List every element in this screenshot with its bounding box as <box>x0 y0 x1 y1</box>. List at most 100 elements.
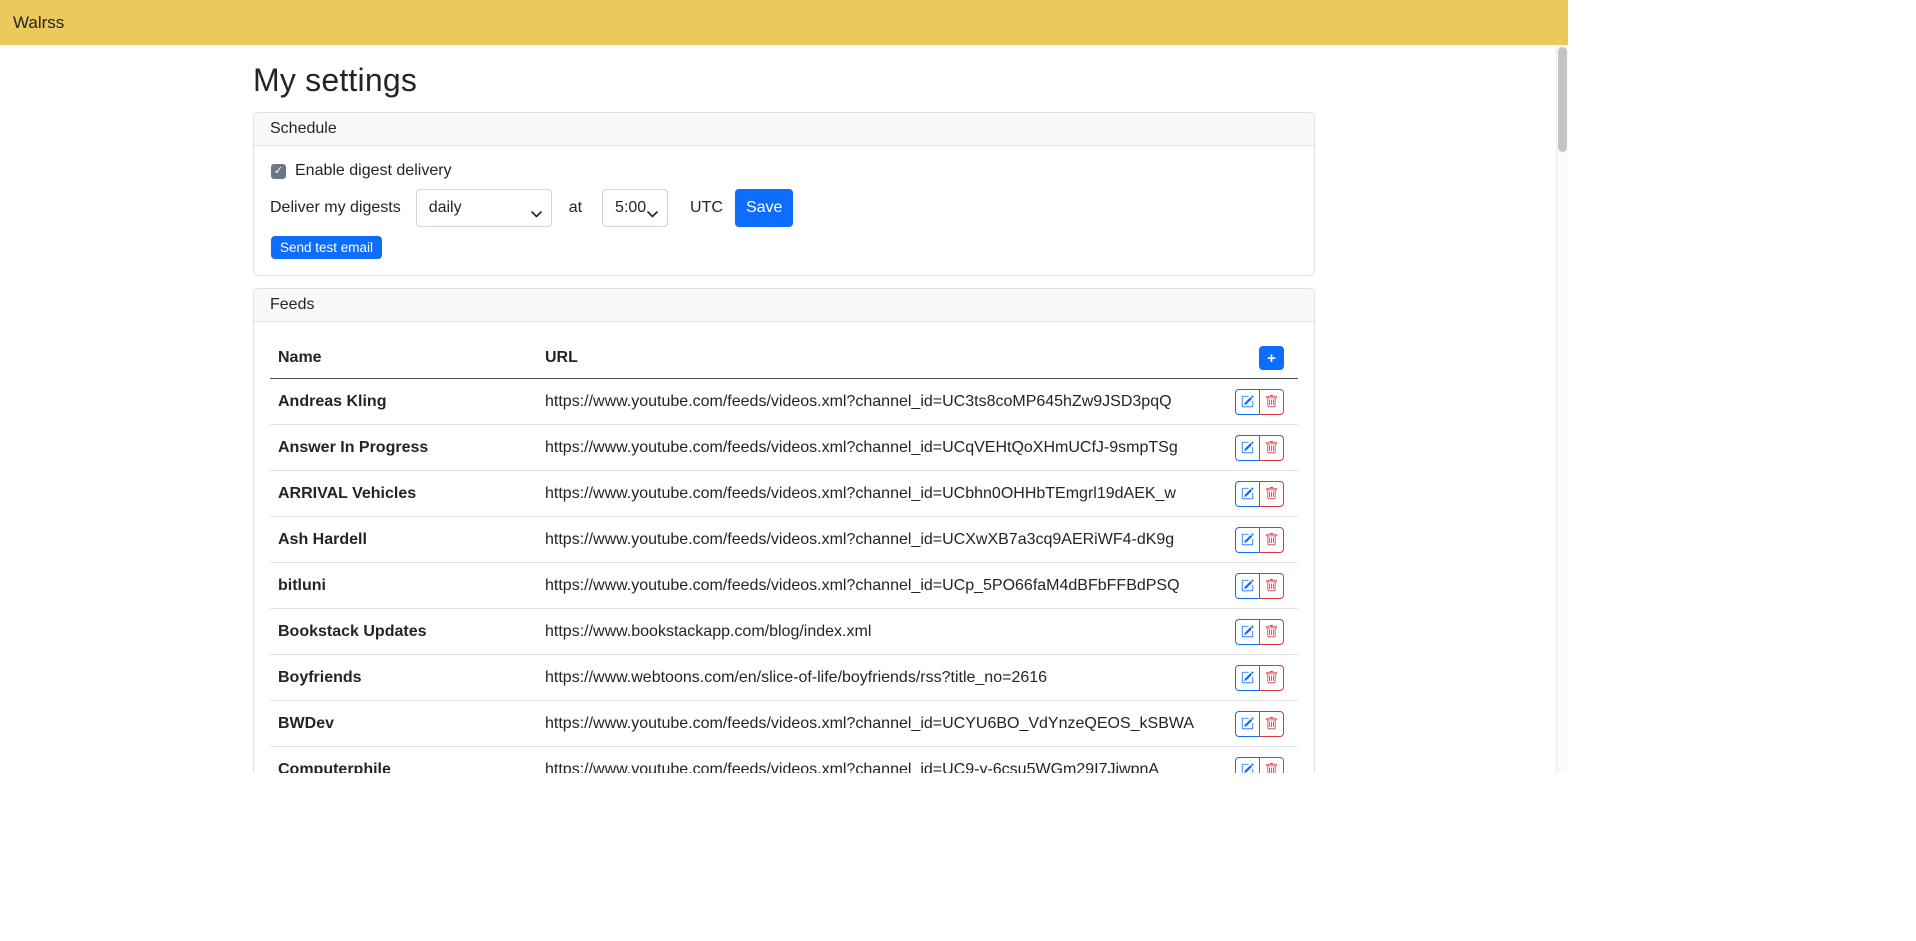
feed-url-cell: https://www.youtube.com/feeds/videos.xml… <box>537 425 1218 471</box>
pencil-square-icon <box>1241 441 1254 454</box>
name-column-header: Name <box>270 338 537 379</box>
trash-icon <box>1265 487 1278 500</box>
edit-feed-button[interactable] <box>1235 757 1260 774</box>
pencil-square-icon <box>1241 487 1254 500</box>
table-row: Computerphile https://www.youtube.com/fe… <box>270 747 1298 774</box>
feed-actions-cell <box>1218 379 1298 425</box>
pencil-square-icon <box>1241 671 1254 684</box>
pencil-square-icon <box>1241 763 1254 773</box>
feed-name-cell: Bookstack Updates <box>270 609 537 655</box>
feed-actions-group <box>1235 711 1284 737</box>
feed-name-cell: ARRIVAL Vehicles <box>270 471 537 517</box>
table-row: Boyfriends https://www.webtoons.com/en/s… <box>270 655 1298 701</box>
enable-digest-checkbox[interactable]: ✓ <box>271 164 286 179</box>
feed-name-cell: Computerphile <box>270 747 537 774</box>
send-test-email-button[interactable]: Send test email <box>271 236 382 259</box>
feed-actions-group <box>1235 757 1284 774</box>
edit-feed-button[interactable] <box>1235 573 1260 599</box>
feed-name-cell: Andreas Kling <box>270 379 537 425</box>
schedule-card-header: Schedule <box>254 113 1314 146</box>
table-row: BWDev https://www.youtube.com/feeds/vide… <box>270 701 1298 747</box>
scrollbar-thumb[interactable] <box>1558 47 1567 152</box>
main-container: My settings Schedule ✓ Enable digest del… <box>253 45 1315 773</box>
edit-feed-button[interactable] <box>1235 711 1260 737</box>
vertical-scrollbar[interactable] <box>1556 45 1568 773</box>
actions-column-header: + <box>1218 338 1298 379</box>
trash-icon <box>1265 763 1278 773</box>
save-button[interactable]: Save <box>735 189 793 227</box>
feed-actions-group <box>1235 573 1284 599</box>
delete-feed-button[interactable] <box>1259 619 1284 645</box>
trash-icon <box>1265 441 1278 454</box>
enable-digest-row: ✓ Enable digest delivery <box>271 162 1298 180</box>
schedule-card: Schedule ✓ Enable digest delivery Delive… <box>253 112 1315 276</box>
trash-icon <box>1265 533 1278 546</box>
feed-url-cell: https://www.youtube.com/feeds/videos.xml… <box>537 747 1218 774</box>
frequency-select[interactable]: daily <box>416 189 552 227</box>
delete-feed-button[interactable] <box>1259 665 1284 691</box>
pencil-square-icon <box>1241 579 1254 592</box>
delete-feed-button[interactable] <box>1259 757 1284 774</box>
edit-feed-button[interactable] <box>1235 389 1260 415</box>
feed-name-cell: Ash Hardell <box>270 517 537 563</box>
edit-feed-button[interactable] <box>1235 435 1260 461</box>
chevron-down-icon <box>647 205 658 223</box>
delete-feed-button[interactable] <box>1259 481 1284 507</box>
delete-feed-button[interactable] <box>1259 573 1284 599</box>
table-row: Ash Hardell https://www.youtube.com/feed… <box>270 517 1298 563</box>
feed-actions-group <box>1235 527 1284 553</box>
chevron-down-icon <box>531 205 542 223</box>
edit-feed-button[interactable] <box>1235 665 1260 691</box>
feed-actions-group <box>1235 665 1284 691</box>
pencil-square-icon <box>1241 533 1254 546</box>
trash-icon <box>1265 671 1278 684</box>
timezone-label: UTC <box>690 199 723 217</box>
table-row: Answer In Progress https://www.youtube.c… <box>270 425 1298 471</box>
table-row: bitluni https://www.youtube.com/feeds/vi… <box>270 563 1298 609</box>
edit-feed-button[interactable] <box>1235 481 1260 507</box>
table-row: ARRIVAL Vehicles https://www.youtube.com… <box>270 471 1298 517</box>
trash-icon <box>1265 717 1278 730</box>
time-selected-value: 5:00 <box>615 199 646 217</box>
feed-url-cell: https://www.youtube.com/feeds/videos.xml… <box>537 701 1218 747</box>
feed-actions-cell <box>1218 655 1298 701</box>
edit-feed-button[interactable] <box>1235 527 1260 553</box>
trash-icon <box>1265 625 1278 638</box>
table-row: Andreas Kling https://www.youtube.com/fe… <box>270 379 1298 425</box>
browser-viewport: Walrss My settings Schedule ✓ Enable dig… <box>0 0 1568 773</box>
edit-feed-button[interactable] <box>1235 619 1260 645</box>
feed-url-cell: https://www.youtube.com/feeds/videos.xml… <box>537 517 1218 563</box>
frequency-selected-value: daily <box>429 199 462 217</box>
brand-link[interactable]: Walrss <box>13 13 64 33</box>
feed-name-cell: BWDev <box>270 701 537 747</box>
feed-name-cell: Answer In Progress <box>270 425 537 471</box>
feed-url-cell: https://www.youtube.com/feeds/videos.xml… <box>537 471 1218 517</box>
at-label: at <box>569 199 582 217</box>
pencil-square-icon <box>1241 625 1254 638</box>
delete-feed-button[interactable] <box>1259 389 1284 415</box>
delete-feed-button[interactable] <box>1259 527 1284 553</box>
page-title: My settings <box>253 62 1315 99</box>
feed-name-cell: bitluni <box>270 563 537 609</box>
feed-url-cell: https://www.bookstackapp.com/blog/index.… <box>537 609 1218 655</box>
feed-url-cell: https://www.youtube.com/feeds/videos.xml… <box>537 379 1218 425</box>
delete-feed-button[interactable] <box>1259 711 1284 737</box>
delivery-controls-row: Deliver my digests daily at 5:00 <box>270 189 1298 227</box>
feed-url-cell: https://www.webtoons.com/en/slice-of-lif… <box>537 655 1218 701</box>
feed-actions-cell <box>1218 563 1298 609</box>
deliver-label: Deliver my digests <box>270 199 401 217</box>
feed-actions-cell <box>1218 701 1298 747</box>
url-column-header: URL <box>537 338 1218 379</box>
add-feed-button[interactable]: + <box>1259 346 1284 370</box>
schedule-card-body: ✓ Enable digest delivery Deliver my dige… <box>254 146 1314 275</box>
feeds-table: Name URL + Andreas Kling https://www.you… <box>270 338 1298 773</box>
enable-digest-label: Enable digest delivery <box>295 162 452 180</box>
delete-feed-button[interactable] <box>1259 435 1284 461</box>
feeds-card-body: Name URL + Andreas Kling https://www.you… <box>254 322 1314 773</box>
feeds-card: Feeds Name URL + Andreas Kling https://w <box>253 288 1315 773</box>
pencil-square-icon <box>1241 717 1254 730</box>
feed-actions-group <box>1235 389 1284 415</box>
feed-actions-cell <box>1218 471 1298 517</box>
time-select[interactable]: 5:00 <box>602 189 668 227</box>
feed-actions-group <box>1235 619 1284 645</box>
